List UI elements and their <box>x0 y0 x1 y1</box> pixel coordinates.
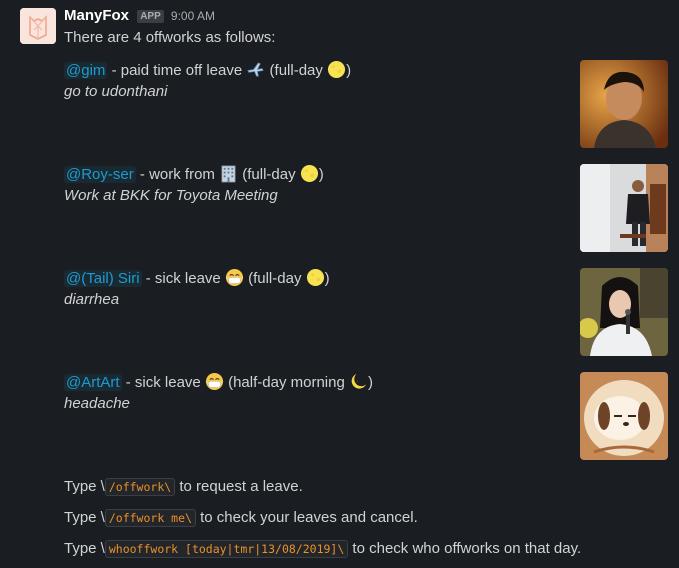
entry-line: @(Tail) Siri - sick leave (full-day ) <box>64 268 669 290</box>
offwork-entry: @ArtArt - sick leave (half-day morning )… <box>64 372 669 460</box>
command-code: whooffwork [today|tmr|13/08/2019]\ <box>104 540 349 558</box>
crescent-moon-icon <box>351 373 367 389</box>
entry-line: @Roy-ser - work from (full-day ) <box>64 164 669 186</box>
user-mention[interactable]: @Roy-ser <box>64 166 136 183</box>
entry-period-text: (full-day <box>265 62 328 79</box>
user-photo-roy-ser[interactable] <box>580 164 668 252</box>
entry-line: @ArtArt - sick leave (half-day morning ) <box>64 372 669 394</box>
user-photo-siri[interactable] <box>580 268 668 356</box>
help-suffix: to request a leave. <box>175 478 303 495</box>
help-line-request: Type \/offwork\ to request a leave. <box>64 476 303 498</box>
command-code: /offwork\ <box>104 478 176 496</box>
entry-period-text: (full-day <box>243 270 306 287</box>
entry-note: Work at BKK for Toyota Meeting <box>64 187 278 204</box>
entry-line: @gim - paid time off leave (full-day ) <box>64 60 669 82</box>
entry-close-text: ) <box>318 166 324 183</box>
entry-note: diarrhea <box>64 291 120 308</box>
offwork-entry: @gim - paid time off leave (full-day ) g… <box>64 60 669 148</box>
office-building-icon <box>221 165 236 183</box>
airplane-icon <box>247 62 265 77</box>
intro-text: There are 4 offworks as follows: <box>64 29 276 46</box>
entry-note: headache <box>64 395 130 412</box>
mask-face-icon <box>205 372 224 391</box>
help-prefix: Type \ <box>64 509 105 526</box>
message-body: ManyFox APP 9:00 AM There are 4 offworks… <box>64 6 669 558</box>
entry-period-text: (full-day <box>238 166 300 183</box>
message-header: ManyFox APP 9:00 AM <box>64 6 669 26</box>
user-mention[interactable]: @(Tail) Siri <box>64 270 142 287</box>
help-line-check: Type \/offwork me\ to check your leaves … <box>64 507 418 529</box>
offwork-entry: @(Tail) Siri - sick leave (full-day ) di… <box>64 268 669 356</box>
user-photo-artart[interactable] <box>580 372 668 460</box>
offwork-entry: @Roy-ser - work from (full-day ) Work at… <box>64 164 669 252</box>
help-line-who: Type \ whooffwork [today|tmr|13/08/2019]\… <box>64 538 581 560</box>
user-mention[interactable]: @gim <box>64 62 108 79</box>
help-suffix: to check your leaves and cancel. <box>195 509 418 526</box>
full-moon-icon <box>300 164 318 183</box>
entry-period-text: (half-day morning <box>223 374 349 391</box>
entry-note: go to udonthani <box>64 83 168 100</box>
mask-face-icon <box>225 268 244 287</box>
help-suffix: to check who offworks on that day. <box>348 540 582 557</box>
bot-avatar[interactable] <box>20 8 56 44</box>
app-badge: APP <box>137 10 164 23</box>
user-mention[interactable]: @ArtArt <box>64 374 122 391</box>
command-code: /offwork me\ <box>104 509 196 527</box>
entry-close-text: ) <box>346 62 352 79</box>
timestamp[interactable]: 9:00 AM <box>171 9 215 23</box>
entry-type-text: - sick leave <box>121 374 205 391</box>
entry-close-text: ) <box>324 270 330 287</box>
full-moon-icon <box>328 60 346 79</box>
entry-type-text: - work from <box>135 166 220 183</box>
entry-close-text: ) <box>367 374 373 391</box>
entry-type-text: - sick leave <box>141 270 225 287</box>
help-prefix: Type \ <box>64 478 105 495</box>
user-photo-gim[interactable] <box>580 60 668 148</box>
full-moon-icon <box>306 268 324 287</box>
entry-type-text: - paid time off leave <box>107 62 247 79</box>
help-prefix: Type \ <box>64 540 105 557</box>
sender-name[interactable]: ManyFox <box>64 7 129 24</box>
